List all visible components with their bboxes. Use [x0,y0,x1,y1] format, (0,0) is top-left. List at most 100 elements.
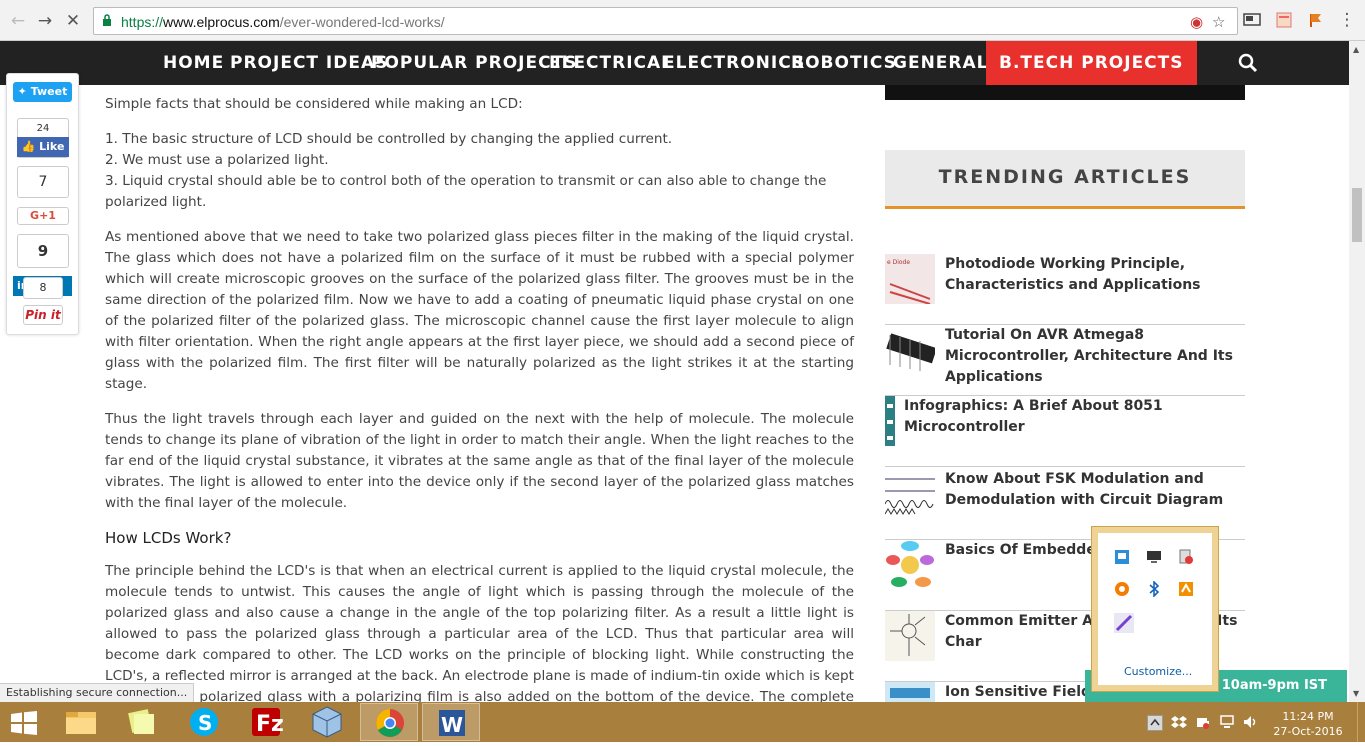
bookmark-star-icon[interactable]: ☆ [1212,13,1225,31]
article-body: Simple facts that should be considered w… [105,85,854,743]
power-icon[interactable] [1195,714,1211,730]
browser-menu-button[interactable]: ⋮ [1337,10,1357,30]
lock-icon [103,14,111,26]
stop-loading-button[interactable]: ✕ [63,11,83,31]
nav-electrical[interactable]: ELECTRICAL [549,41,673,85]
article-thumbnail [885,396,895,446]
twitter-icon: ✦ [17,85,31,98]
cube-icon [312,706,342,738]
pinterest-pin-button[interactable]: Pin it [23,305,63,325]
linkedin-count: 9 [17,234,69,268]
svg-text:Fz: Fz [256,712,284,737]
windows-taskbar: S Fz W 11:24 PM 27-Oct-2016 [0,702,1365,742]
trending-article-title[interactable]: Photodiode Working Principle, Characteri… [945,254,1245,296]
gplus-count: 7 [17,166,69,198]
svg-text:W: W [441,713,463,737]
trending-article[interactable]: e Diode Photodiode Working Principle, Ch… [885,254,1245,325]
nav-home[interactable]: HOME [163,41,224,85]
display-icon[interactable] [1146,549,1162,565]
scrollbar-thumb[interactable] [1352,188,1362,242]
section-heading: How LCDs Work? [105,529,232,547]
trending-article[interactable]: Infographics: A Brief About 8051 Microco… [885,396,1245,467]
thumbs-up-icon: 👍 [21,140,36,153]
taskbar-sticky-notes[interactable] [113,703,171,741]
dropbox-icon[interactable] [1171,714,1187,730]
show-desktop-button[interactable] [1357,702,1365,742]
forward-button[interactable]: → [35,11,55,31]
network-manager-icon[interactable] [1114,549,1130,565]
facts-list: 1. The basic structure of LCD should be … [105,129,854,213]
show-hidden-icons-icon[interactable] [1147,715,1163,731]
extension-flag-icon[interactable] [1307,12,1325,28]
nav-robotics[interactable]: ROBOTICS [791,41,897,85]
taskbar-filezilla[interactable]: Fz [237,703,295,741]
taskbar-virtualbox[interactable] [298,703,356,741]
tray-popup-panel: Customize... [1098,533,1212,685]
pinterest-count: 8 [23,277,63,299]
fact-item: 2. We must use a polarized light. [105,152,329,168]
page-scrollbar[interactable]: ▲ ▼ [1349,41,1365,702]
volume-icon[interactable] [1243,714,1259,730]
taskbar-file-explorer[interactable] [52,703,110,741]
scroll-down-arrow[interactable]: ▼ [1353,689,1359,698]
nav-project-ideas[interactable]: PROJECT IDEAS [230,41,388,85]
nav-popular-projects[interactable]: POPULAR PROJECTS [371,41,577,85]
trending-article-title[interactable]: Infographics: A Brief About 8051 Microco… [904,396,1204,438]
avast-icon[interactable] [1114,581,1130,597]
gplus-button[interactable]: G+1 [17,207,69,225]
security-alert-icon[interactable] [1178,549,1194,565]
cast-icon[interactable] [1243,12,1261,28]
article-paragraph: Thus the light travels through each laye… [105,411,854,511]
address-bar[interactable]: https://www.elprocus.com/ever-wondered-l… [93,7,1238,35]
back-button[interactable]: ← [8,11,28,31]
trending-article-title[interactable]: Tutorial On AVR Atmega8 Microcontroller,… [945,325,1245,388]
site-info-icon[interactable]: ◉ [1190,13,1203,31]
nav-electronics[interactable]: ELECTRONICS [663,41,805,85]
folder-icon [66,712,96,734]
pen-icon[interactable] [1114,613,1134,633]
bluetooth-icon[interactable] [1146,581,1162,597]
article-thumbnail [885,469,935,519]
trending-article-title[interactable]: Know About FSK Modulation and Demodulati… [945,469,1245,511]
clock-date: 27-Oct-2016 [1273,725,1343,738]
browser-status-text: Establishing secure connection... [0,683,195,702]
network-icon[interactable] [1219,714,1235,730]
facebook-like-button[interactable]: 👍 Like [17,137,69,157]
clock-time: 11:24 PM [1282,710,1334,723]
url-text: https://www.elprocus.com/ever-wondered-l… [121,14,445,30]
article-thumbnail [885,325,935,375]
site-navigation: HOME PROJECT IDEAS POPULAR PROJECTS ELEC… [0,41,1365,85]
browser-toolbar: ← → ✕ https://www.elprocus.com/ever-wond… [0,0,1365,41]
skype-icon: S [190,708,218,736]
windows-start-icon[interactable] [10,711,38,735]
article-paragraph: As mentioned above that we need to take … [105,229,854,392]
sidebar-banner[interactable] [885,85,1245,100]
scroll-up-arrow[interactable]: ▲ [1353,45,1359,54]
nav-btech-projects[interactable]: B.TECH PROJECTS [986,41,1197,85]
trending-article[interactable]: Tutorial On AVR Atmega8 Microcontroller,… [885,325,1245,396]
article-intro: Simple facts that should be considered w… [105,96,523,112]
svg-text:S: S [198,711,212,735]
customize-link[interactable]: Customize... [1124,665,1192,678]
tweet-button[interactable]: ✦ Tweet [13,82,72,102]
taskbar-clock[interactable]: 11:24 PM 27-Oct-2016 [1272,709,1344,739]
social-share-bar: ✦ Tweet 24 👍 Like 7 G+1 9 in 8 Pin it [6,73,79,335]
tray-overflow-popup: Customize... [1091,526,1219,692]
app-tray-icon[interactable] [1178,581,1194,597]
article-thumbnail [885,611,935,661]
chrome-icon [376,709,404,737]
taskbar-word[interactable]: W [422,703,480,741]
notes-icon [128,709,154,734]
fact-item: 1. The basic structure of LCD should be … [105,131,673,147]
taskbar-chrome[interactable] [360,703,418,741]
trending-header: TRENDING ARTICLES [885,150,1245,209]
article-thumbnail [885,682,935,702]
filezilla-icon: Fz [252,708,284,737]
article-thumbnail [885,540,935,590]
article-thumbnail: e Diode [885,254,935,304]
fact-item: 3. Liquid crystal should able be to cont… [105,173,827,210]
word-icon: W [439,710,465,737]
extension-icon[interactable] [1275,12,1293,28]
search-icon[interactable] [1238,53,1258,73]
taskbar-skype[interactable]: S [175,703,233,741]
